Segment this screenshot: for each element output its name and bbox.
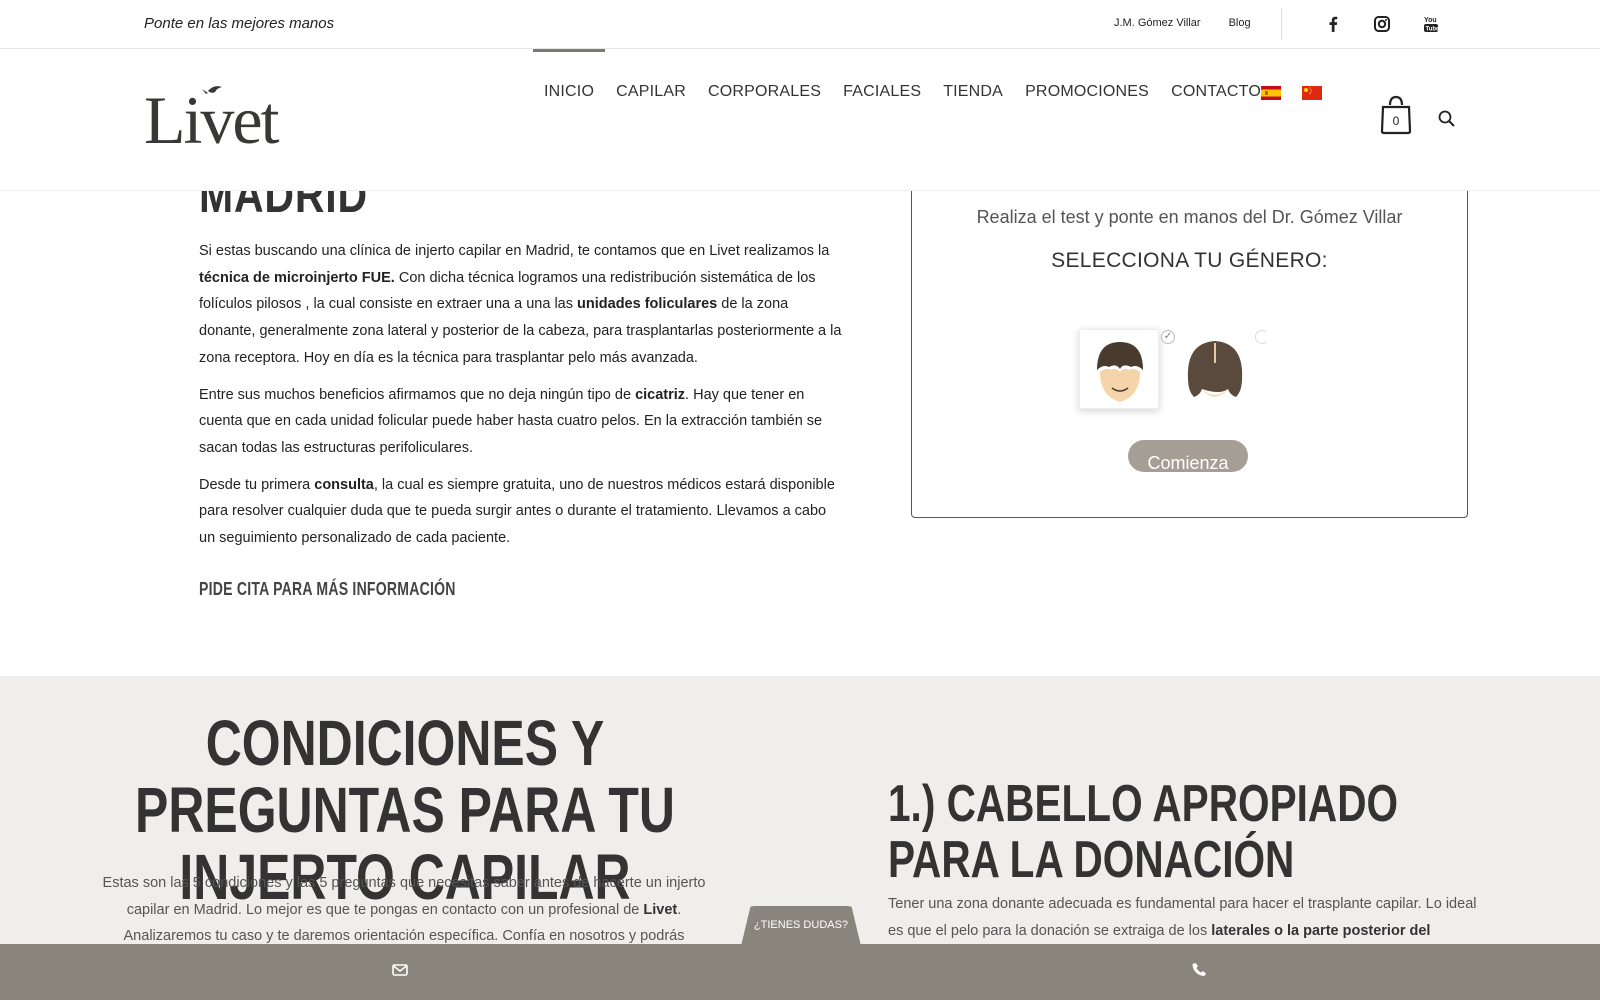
svg-text:You: You: [1424, 17, 1437, 24]
paragraph: Desde tu primera consulta, la cual es si…: [199, 476, 835, 547]
facebook-icon[interactable]: [1322, 13, 1344, 35]
male-radio[interactable]: ✓: [1161, 330, 1175, 344]
spain-flag-icon[interactable]: [1261, 86, 1281, 100]
nav-promociones[interactable]: PROMOCIONES: [1014, 49, 1160, 139]
nav-tienda[interactable]: TIENDA: [932, 49, 1014, 139]
phone-icon[interactable]: [1192, 962, 1208, 978]
male-option[interactable]: [1079, 329, 1159, 409]
logo-text: Livet: [144, 85, 280, 149]
nav-contacto[interactable]: CONTACTO: [1160, 49, 1272, 139]
gender-test-box: Realiza el test y ponte en manos del Dr.…: [911, 150, 1468, 518]
top-link-blog[interactable]: Blog: [1229, 17, 1251, 29]
doubts-tab[interactable]: ¿TIENES DUDAS?: [741, 906, 861, 946]
instagram-icon[interactable]: [1371, 13, 1393, 35]
main-nav: INICIO CAPILAR CORPORALES FACIALES TIEND…: [533, 49, 1272, 139]
start-test-button[interactable]: Comienza: [1128, 440, 1248, 472]
svg-text:Tube: Tube: [1426, 27, 1440, 33]
nav-faciales[interactable]: FACIALES: [832, 49, 932, 139]
condition-1-title: 1.) CABELLO APROPIADO PARA LA DONACIÓN: [888, 775, 1399, 889]
nav-inicio[interactable]: INICIO: [533, 49, 606, 139]
intro-text: Si estas buscando una clínica de injerto…: [199, 238, 844, 562]
search-icon[interactable]: [1437, 109, 1457, 129]
paragraph: Entre sus muchos beneficios afirmamos qu…: [199, 386, 823, 456]
mail-icon[interactable]: [392, 963, 408, 977]
main-header: Livet INICIO CAPILAR CORPORALES FACIALES…: [0, 49, 1600, 191]
youtube-icon[interactable]: You Tube: [1420, 13, 1442, 35]
livet-logo[interactable]: Livet: [144, 82, 306, 158]
divider: [1281, 8, 1282, 40]
conditions-text: Estas son las 5 condiciones y las 5 preg…: [102, 875, 706, 945]
nav-corporales[interactable]: CORPORALES: [697, 49, 832, 139]
male-head-icon: [1097, 342, 1143, 402]
paragraph: Si estas buscando una clínica de injerto…: [199, 243, 842, 366]
female-head-icon: [1187, 341, 1243, 397]
contact-bar: [0, 944, 1600, 1000]
tagline: Ponte en las mejores manos: [144, 15, 335, 32]
female-radio[interactable]: [1255, 330, 1269, 344]
condition-1-text: Tener una zona donante adecuada es funda…: [888, 896, 1477, 939]
test-title: SELECCIONA TU GÉNERO:: [1051, 249, 1328, 272]
cart-count: 0: [1393, 114, 1400, 128]
top-bar: Ponte en las mejores manos J.M. Gómez Vi…: [0, 0, 1600, 49]
cart-icon[interactable]: 0: [1380, 95, 1412, 135]
top-links: J.M. Gómez Villar Blog: [1114, 17, 1251, 29]
female-option[interactable]: [1182, 329, 1248, 409]
top-link-doctor[interactable]: J.M. Gómez Villar: [1114, 17, 1201, 29]
test-subtitle: Realiza el test y ponte en manos del Dr.…: [976, 207, 1403, 227]
appointment-cta[interactable]: PIDE CITA PARA MÁS INFORMACIÓN: [199, 579, 456, 600]
nav-capilar[interactable]: CAPILAR: [605, 49, 697, 139]
china-flag-icon[interactable]: [1302, 86, 1322, 100]
